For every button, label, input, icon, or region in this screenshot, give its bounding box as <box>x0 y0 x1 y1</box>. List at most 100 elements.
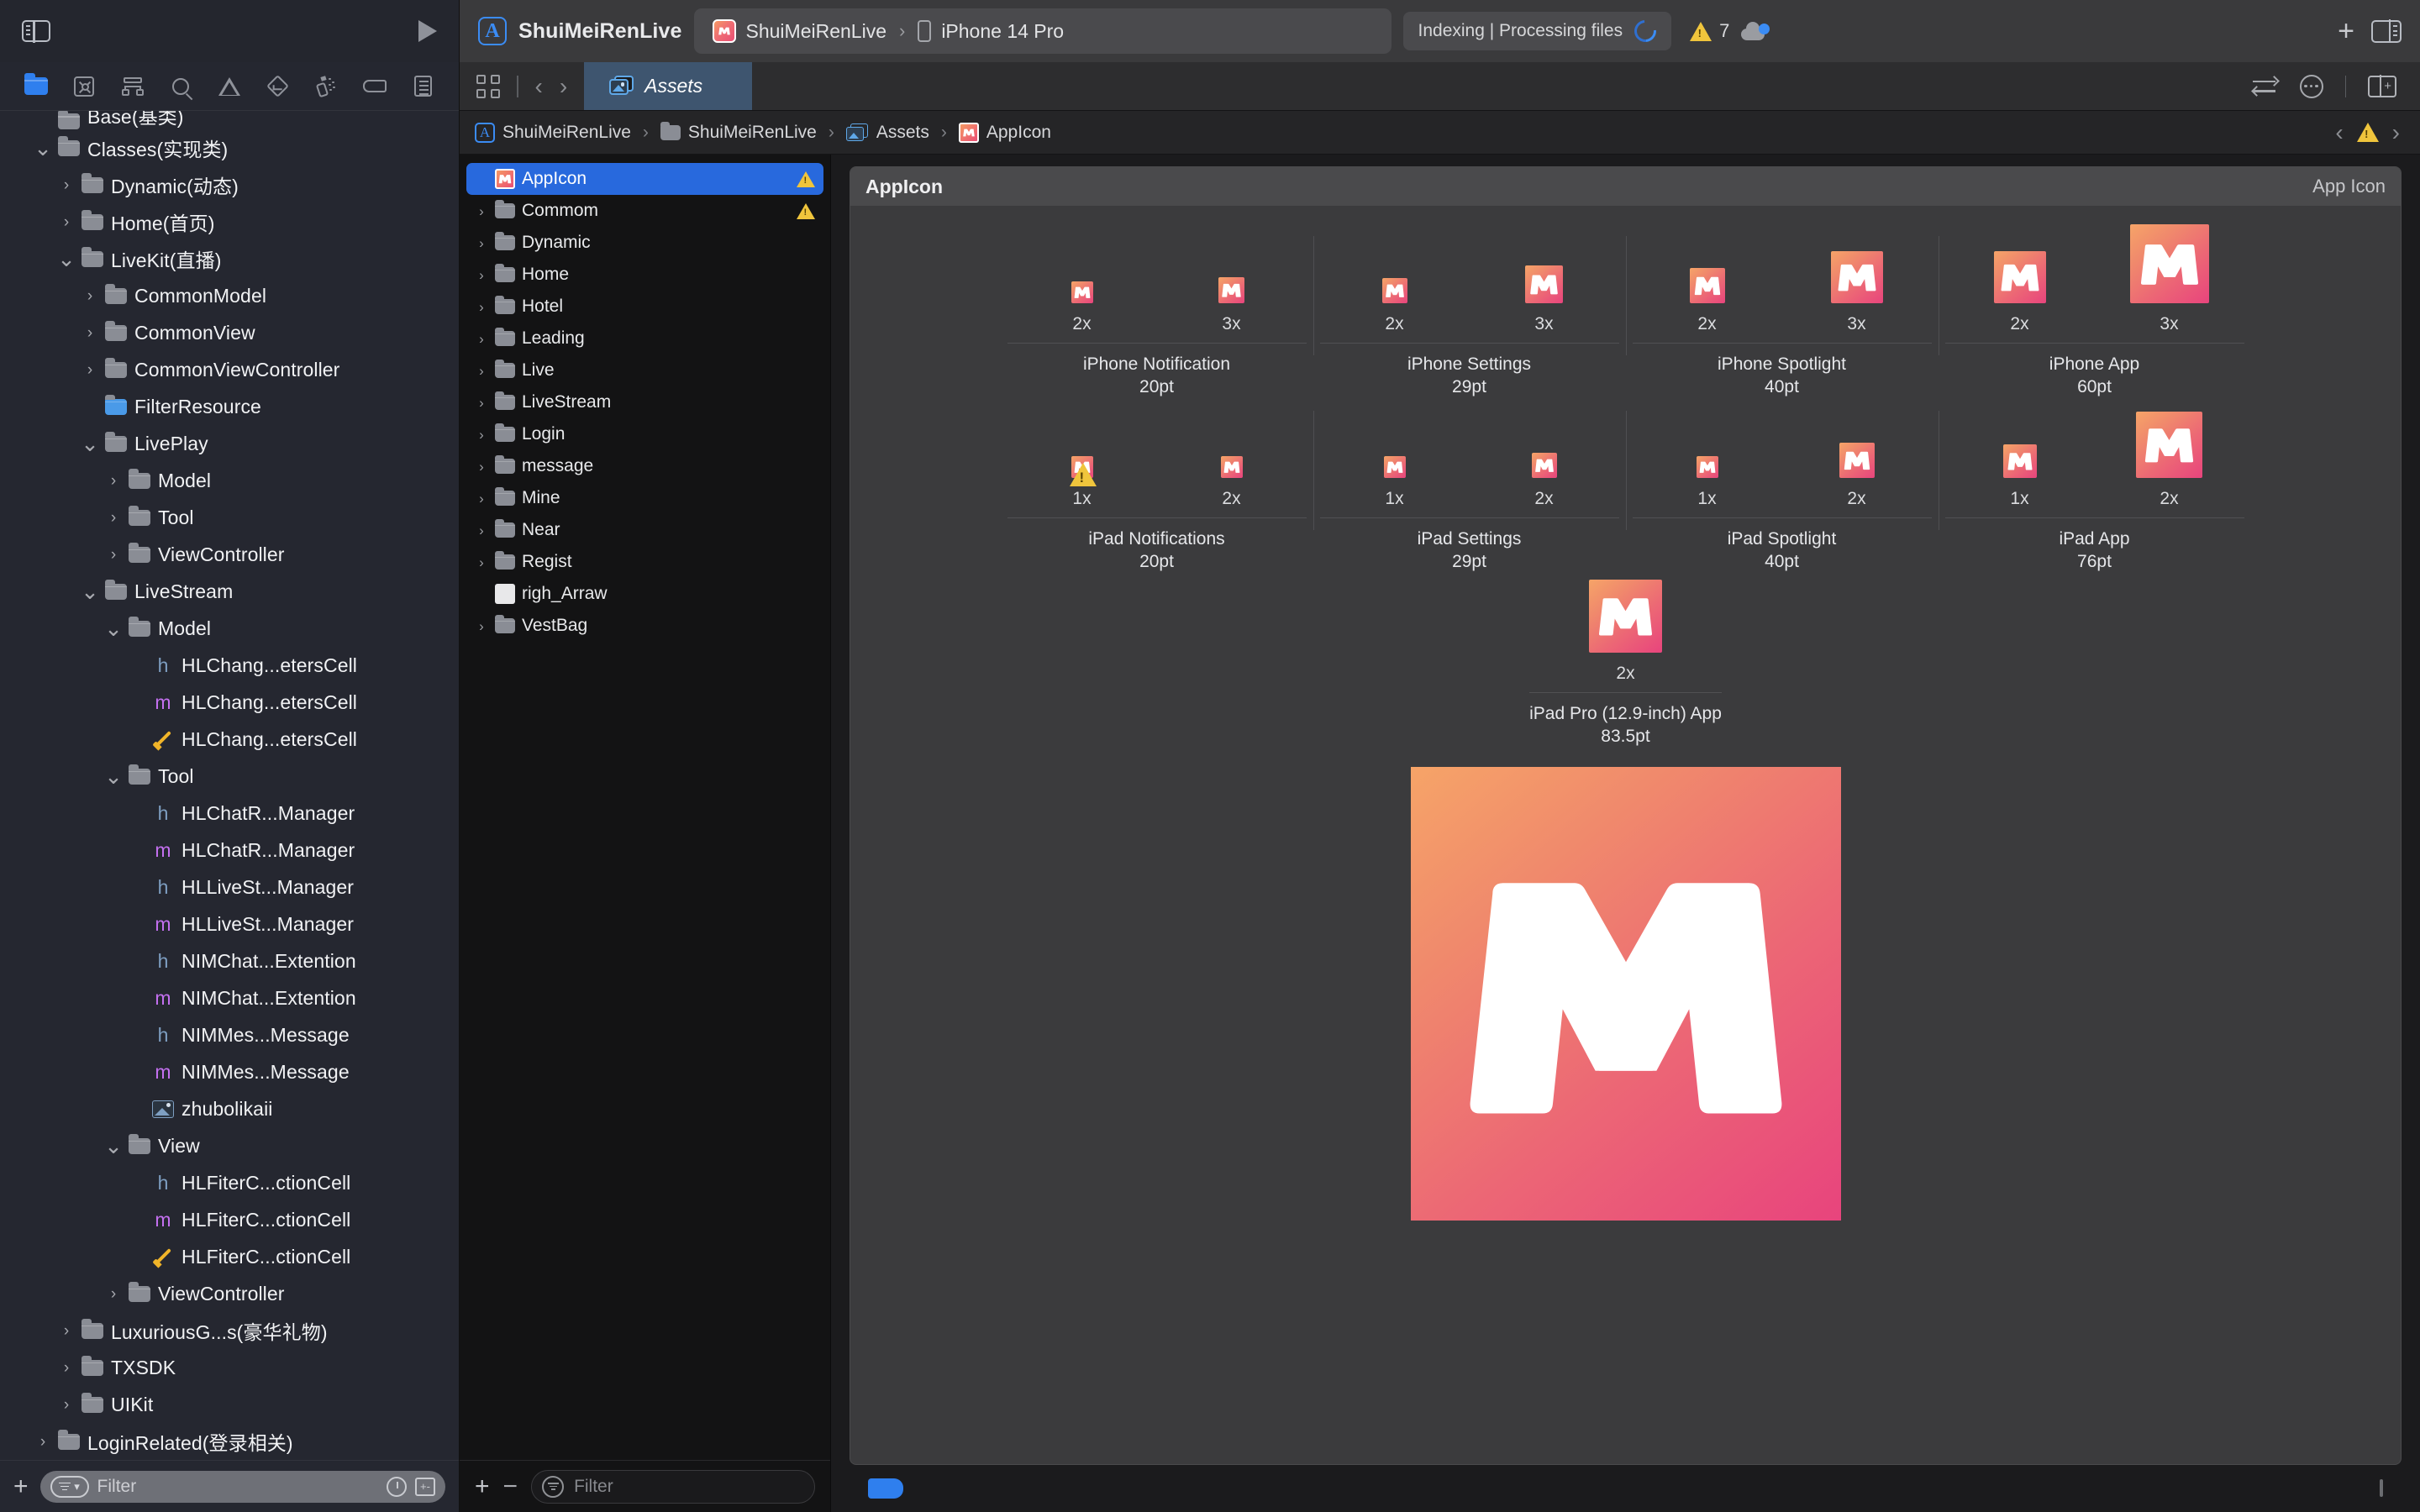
icon-slot[interactable]: 2x <box>1550 574 1700 684</box>
icon-slot[interactable]: 1x <box>1633 399 1782 509</box>
asset-list-item[interactable]: › Regist <box>466 546 823 578</box>
asset-list-item-selected[interactable]: AppIcon <box>466 163 823 195</box>
chevron-right-icon[interactable]: › <box>475 300 488 314</box>
tree-row[interactable]: h NIMMes...Message <box>0 1016 459 1053</box>
chevron-right-icon[interactable]: › <box>82 288 97 304</box>
sidebar-item-test-navigator[interactable] <box>264 72 292 101</box>
more-options-icon[interactable] <box>2299 74 2323 98</box>
chevron-down-icon[interactable]: ⌄ <box>81 433 99 454</box>
add-asset-button[interactable]: + <box>475 1473 490 1499</box>
status-bar[interactable]: Indexing | Processing files <box>1402 12 1672 50</box>
tree-row[interactable]: › CommonView <box>0 314 459 351</box>
sidebar-item-project-navigator[interactable] <box>22 72 50 101</box>
icon-slot[interactable]: 1x <box>1945 399 2095 509</box>
tree-row[interactable]: Base(基类) <box>0 111 459 129</box>
tree-row[interactable]: › LuxuriousG...s(豪华礼物) <box>0 1312 459 1349</box>
inspector-toggle-icon[interactable] <box>2371 19 2402 43</box>
icon-slot[interactable]: 2x <box>1007 224 1157 334</box>
asset-filter-field[interactable]: Filter <box>531 1469 815 1504</box>
chevron-down-icon[interactable]: ⌄ <box>104 617 123 639</box>
breadcrumb-item-2[interactable]: Assets <box>845 123 929 143</box>
sidebar-item-symbol-navigator[interactable] <box>118 72 147 101</box>
asset-list-item[interactable]: righ_Arraw <box>466 578 823 610</box>
tree-row[interactable]: › Home(首页) <box>0 203 459 240</box>
tree-row[interactable]: h NIMChat...Extention <box>0 942 459 979</box>
icon-slot[interactable]: 2x <box>2095 399 2244 509</box>
icon-slot[interactable]: 2x <box>1320 224 1470 334</box>
chevron-down-icon[interactable]: ⌄ <box>104 765 123 787</box>
sidebar-toggle-icon[interactable] <box>22 19 50 43</box>
issue-prev-icon[interactable]: ‹ <box>2335 120 2343 144</box>
document-icon[interactable] <box>2380 1479 2383 1497</box>
chevron-right-icon[interactable]: › <box>475 491 488 506</box>
asset-list-item[interactable]: › Login <box>466 418 823 450</box>
chevron-right-icon[interactable]: › <box>82 325 97 341</box>
chevron-right-icon[interactable]: › <box>475 523 488 538</box>
tree-row[interactable]: › LoginRelated(登录相关) <box>0 1423 459 1460</box>
tree-row[interactable]: h HLChatR...Manager <box>0 795 459 832</box>
tree-row[interactable]: › Model <box>0 462 459 499</box>
tab-assets[interactable]: Assets <box>584 62 753 110</box>
chevron-right-icon[interactable]: › <box>560 74 567 98</box>
tree-row[interactable]: m NIMMes...Message <box>0 1053 459 1090</box>
chevron-down-icon[interactable]: ⌄ <box>57 248 76 270</box>
icon-slot[interactable]: 1x <box>1320 399 1470 509</box>
icon-slot[interactable]: 3x <box>1782 224 1932 334</box>
add-file-button[interactable]: + <box>13 1473 29 1499</box>
swap-icon[interactable] <box>2250 76 2280 97</box>
tree-row[interactable]: › Tool <box>0 499 459 536</box>
tree-row[interactable]: m HLChang...etersCell <box>0 684 459 721</box>
issue-next-icon[interactable]: › <box>2392 120 2400 144</box>
breadcrumb-item-3[interactable]: AppIcon <box>958 122 1051 143</box>
chevron-right-icon[interactable]: › <box>59 1323 74 1339</box>
sidebar-item-source-control-navigator[interactable] <box>70 72 98 101</box>
tree-row[interactable]: m HLFiterC...ctionCell <box>0 1201 459 1238</box>
tree-row[interactable]: m HLLiveSt...Manager <box>0 906 459 942</box>
chevron-right-icon[interactable]: › <box>106 473 121 489</box>
asset-list-item[interactable]: › Mine <box>466 482 823 514</box>
tree-row[interactable]: h HLFiterC...ctionCell <box>0 1164 459 1201</box>
sidebar-item-find-navigator[interactable] <box>166 72 195 101</box>
sidebar-item-breakpoint-navigator[interactable] <box>360 72 389 101</box>
tree-row[interactable]: ⌄ LiveKit(直播) <box>0 240 459 277</box>
chevron-right-icon[interactable]: › <box>475 204 488 218</box>
chevron-right-icon[interactable]: › <box>106 510 121 526</box>
tree-row[interactable]: ⌄ Model <box>0 610 459 647</box>
add-button[interactable]: + <box>2333 17 2360 45</box>
chevron-left-icon[interactable]: ‹ <box>535 74 543 98</box>
tree-row[interactable]: ⌄ Tool <box>0 758 459 795</box>
plus-minus-icon[interactable]: +- <box>415 1477 435 1496</box>
tree-row[interactable]: › ViewController <box>0 536 459 573</box>
icon-slot[interactable]: 2x <box>1945 224 2095 334</box>
chevron-down-icon[interactable]: ⌄ <box>34 137 52 159</box>
asset-list-item[interactable]: › VestBag <box>466 610 823 642</box>
icon-slot[interactable]: 2x <box>1470 399 1619 509</box>
tree-row[interactable]: m HLChatR...Manager <box>0 832 459 869</box>
icon-slot[interactable]: 2x <box>1633 224 1782 334</box>
icon-slot[interactable]: 2x <box>1157 399 1307 509</box>
icon-slot[interactable]: 3x <box>1157 224 1307 334</box>
asset-list-item[interactable]: › Home <box>466 259 823 291</box>
tree-row[interactable]: m NIMChat...Extention <box>0 979 459 1016</box>
tree-row[interactable]: h HLChang...etersCell <box>0 647 459 684</box>
tree-row[interactable]: › UIKit <box>0 1386 459 1423</box>
add-editor-icon[interactable]: + <box>2368 75 2396 97</box>
chevron-right-icon[interactable]: › <box>475 619 488 633</box>
tree-row[interactable]: › CommonModel <box>0 277 459 314</box>
clock-icon[interactable] <box>387 1476 407 1497</box>
tree-row[interactable]: › CommonViewController <box>0 351 459 388</box>
cloud-status-icon[interactable] <box>1741 22 1770 40</box>
chevron-right-icon[interactable]: › <box>35 1434 50 1450</box>
warning-indicator[interactable]: 7 <box>1690 20 1729 42</box>
tree-row[interactable]: ⌄ LiveStream <box>0 573 459 610</box>
tree-row[interactable]: h HLLiveSt...Manager <box>0 869 459 906</box>
chevron-right-icon[interactable]: › <box>82 362 97 378</box>
navigator-filter-field[interactable]: ▾ Filter +- <box>39 1470 445 1503</box>
app-icon-large-preview[interactable] <box>1410 767 1841 1221</box>
chevron-right-icon[interactable]: › <box>106 547 121 563</box>
tree-row[interactable]: FilterResource <box>0 388 459 425</box>
tree-row[interactable]: ⌄ View <box>0 1127 459 1164</box>
asset-list-item[interactable]: › Hotel <box>466 291 823 323</box>
chevron-down-icon[interactable]: ⌄ <box>104 1135 123 1157</box>
tree-row[interactable]: › TXSDK <box>0 1349 459 1386</box>
